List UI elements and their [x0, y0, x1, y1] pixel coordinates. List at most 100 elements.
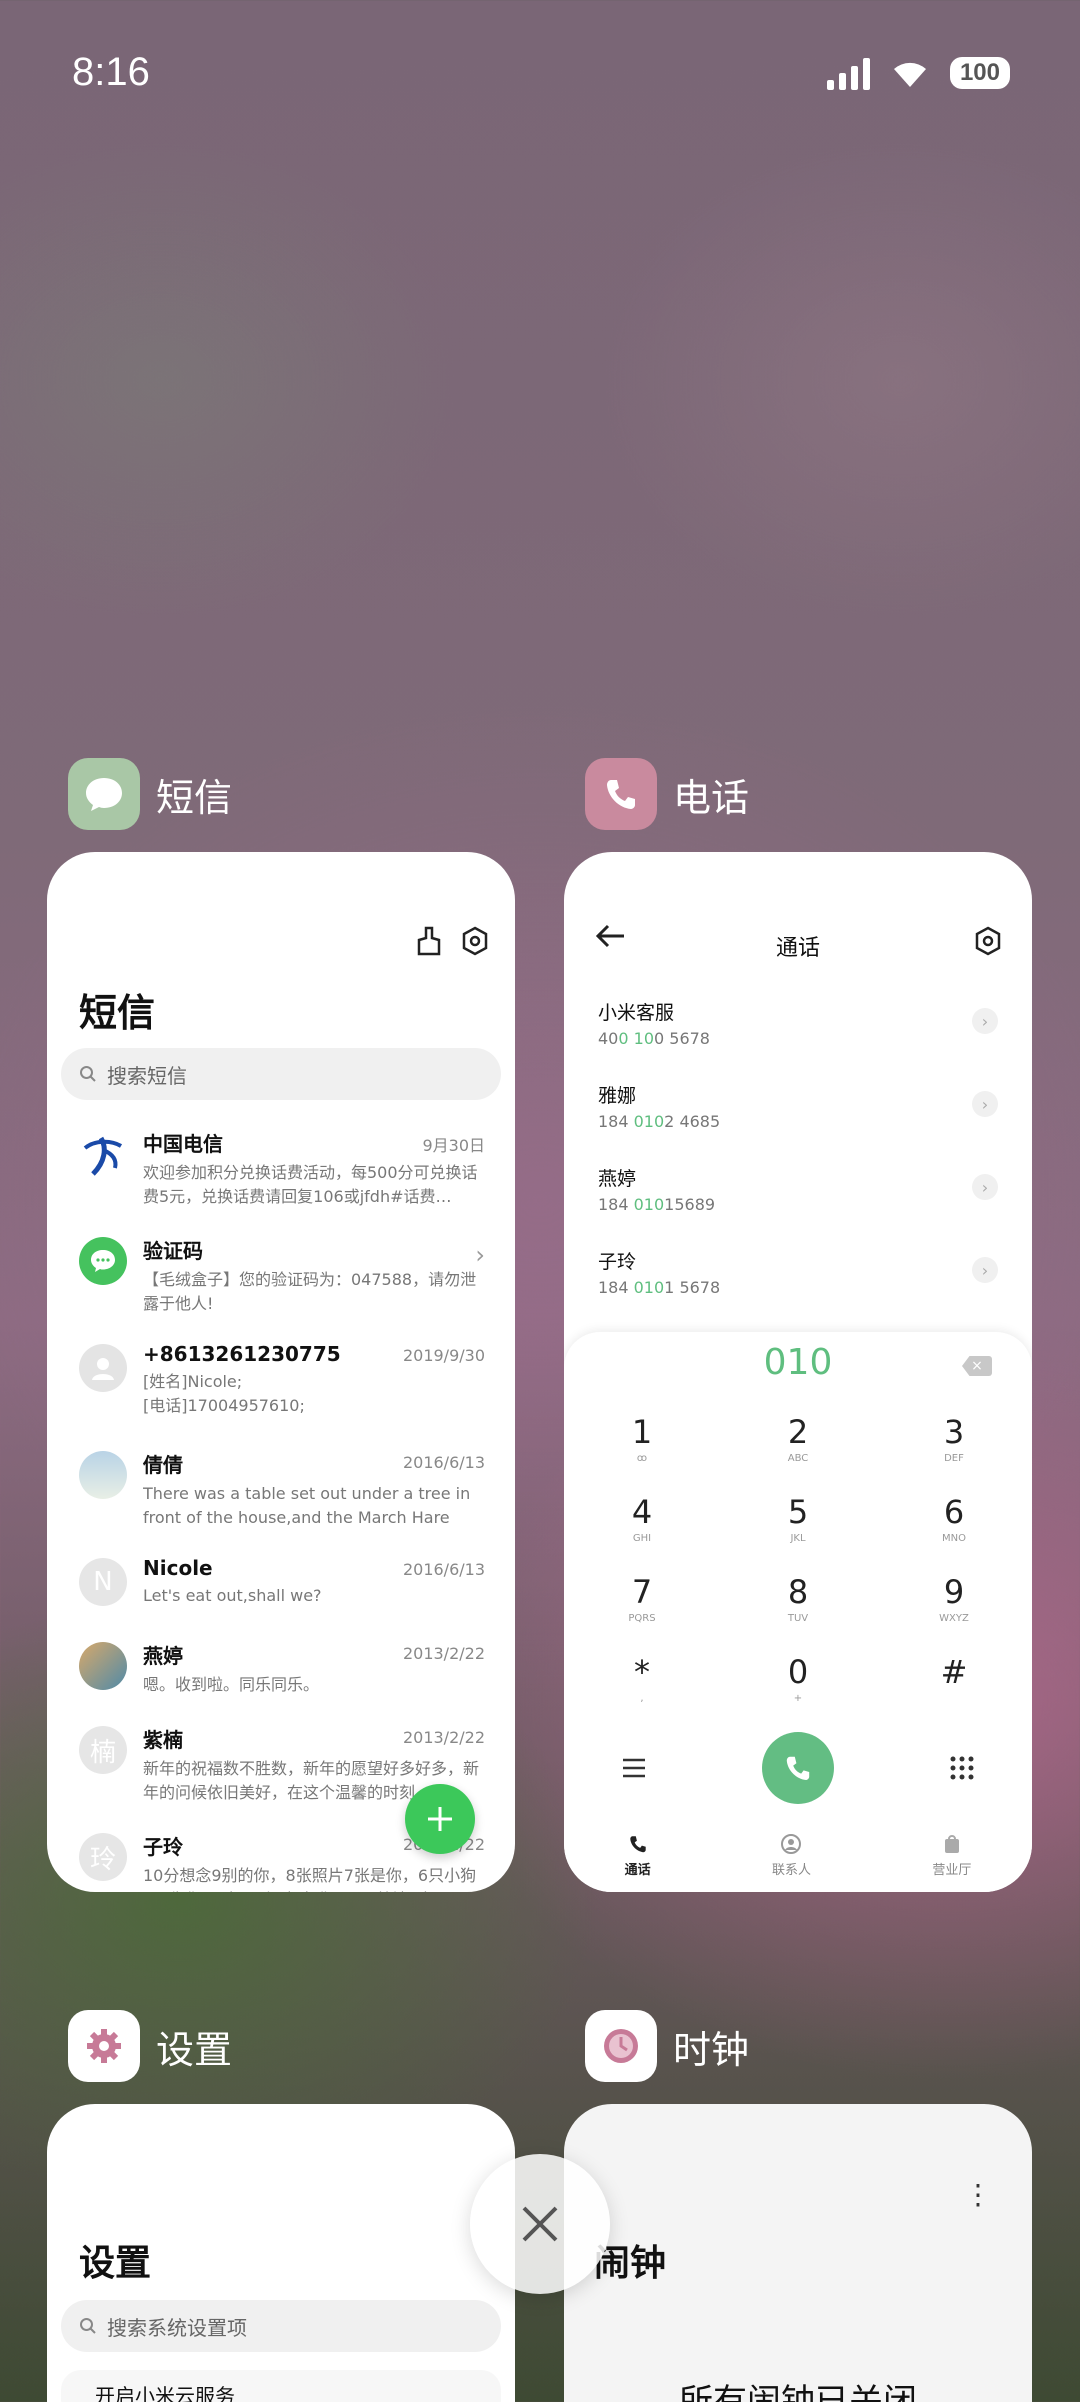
key-4[interactable]: 4 GHI	[564, 1492, 720, 1560]
message-date: 2016/6/13	[402, 1453, 485, 1472]
message-date: 2013/2/22	[402, 1728, 485, 1747]
contact-row[interactable]: 子玲 184 0101 5678 ›	[564, 1245, 1032, 1328]
settings-app-card[interactable]: 设置 搜索系统设置项 开启小米云服务	[47, 2104, 515, 2402]
key-9[interactable]: 9 WXYZ	[876, 1572, 1032, 1640]
clock-app-icon	[585, 2010, 657, 2082]
chevron-right-icon[interactable]: ›	[972, 1257, 998, 1283]
contact-name: 燕婷	[598, 1168, 637, 1190]
message-row[interactable]: 验证码 › 【毛绒盒子】您的验证码为：047588，请勿泄露于他人!	[47, 1231, 515, 1338]
key-8[interactable]: 8 TUV	[720, 1572, 876, 1640]
contact-name: 雅娜	[598, 1085, 637, 1107]
message-preview: 【毛绒盒子】您的验证码为：047588，请勿泄露于他人!	[143, 1270, 477, 1313]
settings-search-input[interactable]: 搜索系统设置项	[61, 2300, 501, 2352]
contact-name: 小米客服	[598, 1002, 675, 1024]
tab-business-hall[interactable]: 营业厅	[932, 1833, 971, 1878]
key-star[interactable]: *,	[564, 1652, 720, 1720]
app-label-settings[interactable]: 设置	[68, 2010, 232, 2082]
contact-avatar: 楠	[79, 1726, 127, 1774]
call-button[interactable]	[761, 1732, 834, 1804]
message-row[interactable]: 燕婷 2013/2/22 嗯。收到啦。同乐同乐。	[47, 1636, 515, 1720]
new-message-button[interactable]	[405, 1784, 475, 1854]
close-icon	[522, 2206, 558, 2242]
menu-icon[interactable]	[621, 1757, 647, 1779]
message-preview: There was a table set out under a tree i…	[143, 1484, 471, 1527]
settings-icon[interactable]	[461, 926, 489, 956]
status-icons: 100	[826, 56, 1010, 90]
key-5[interactable]: 5 JKL	[720, 1492, 876, 1560]
contact-row[interactable]: 雅娜 184 0102 4685 ›	[564, 1079, 1032, 1162]
sms-toolbar	[415, 926, 489, 956]
dialpad: 010 × 1ꝏ 2 ABC 3 DEF 4 GHI 5 JKL 6 MNO 7 PQRS …	[564, 1332, 1032, 1892]
settings-search-placeholder: 搜索系统设置项	[107, 2315, 247, 2340]
message-date: 2016/6/13	[402, 1560, 485, 1579]
contact-row[interactable]: 燕婷 184 01015689 ›	[564, 1162, 1032, 1245]
dialed-number: 010	[763, 1342, 833, 1383]
phone-app-card[interactable]: 通话 小米客服 400 100 5678 › 雅娜 184 0102 4685 …	[564, 852, 1032, 1892]
settings-icon[interactable]	[974, 926, 1002, 956]
shopping-bag-icon	[944, 1835, 959, 1853]
matched-contacts-list: 小米客服 400 100 5678 › 雅娜 184 0102 4685 › 燕…	[564, 996, 1032, 1328]
message-date: 2013/2/22	[402, 1644, 485, 1663]
keypad-toggle-icon[interactable]	[949, 1755, 975, 1781]
phone-title: 通话	[775, 936, 820, 961]
app-label-clock[interactable]: 时钟	[585, 2010, 749, 2082]
key-hash[interactable]: #	[876, 1652, 1032, 1720]
clock-app-name: 时钟	[673, 2027, 750, 2072]
settings-app-icon	[68, 2010, 140, 2082]
phone-icon	[629, 1836, 646, 1853]
message-preview: Let's eat out,shall we?	[143, 1586, 322, 1605]
tab-contacts[interactable]: 联系人	[772, 1833, 811, 1878]
dial-actions	[564, 1732, 1032, 1804]
sms-app-name: 短信	[156, 775, 233, 820]
chevron-right-icon[interactable]: ›	[972, 1008, 998, 1034]
alarm-status-message: 所有闹钟已关闭	[679, 2382, 917, 2402]
phone-app-name: 电话	[673, 775, 750, 820]
message-preview: 嗯。收到啦。同乐同乐。	[143, 1675, 320, 1694]
contacts-icon	[781, 1834, 802, 1854]
message-date: 9月30日	[422, 1136, 485, 1155]
key-0[interactable]: 0 +	[720, 1652, 876, 1720]
contact-photo-avatar	[79, 1642, 127, 1690]
chevron-right-icon[interactable]: ›	[972, 1091, 998, 1117]
china-telecom-logo	[79, 1130, 127, 1178]
clock-app-card[interactable]: ⋮ 闹钟 所有闹钟已关闭	[564, 2104, 1032, 2402]
message-sender: 验证码	[143, 1239, 203, 1263]
tab-calls[interactable]: 通话	[625, 1833, 651, 1878]
message-row[interactable]: N Nicole 2016/6/13 Let's eat out,shall w…	[47, 1552, 515, 1636]
message-row[interactable]: 中国电信 9月30日 欢迎参加积分兑换话费活动，每500分可兑换话费5元，兑换话…	[47, 1124, 515, 1231]
sms-search-input[interactable]: 搜索短信	[61, 1048, 501, 1100]
app-label-phone[interactable]: 电话	[585, 758, 749, 830]
search-icon	[80, 1066, 96, 1082]
bottom-tab-bar: 通话 联系人 营业厅	[564, 1833, 1032, 1878]
contact-number: 400 100 5678	[598, 1029, 710, 1048]
contact-avatar	[79, 1344, 127, 1392]
key-2[interactable]: 2 ABC	[720, 1412, 876, 1480]
signal-icon	[826, 56, 870, 90]
more-options-icon[interactable]: ⋮	[964, 2178, 992, 2211]
contact-row[interactable]: 小米客服 400 100 5678 ›	[564, 996, 1032, 1079]
status-bar: 8:16 100	[0, 0, 1080, 150]
phone-header: 通话	[564, 922, 1032, 972]
chevron-right-icon[interactable]: ›	[475, 1241, 485, 1269]
sms-search-placeholder: 搜索短信	[107, 1063, 187, 1088]
search-icon	[80, 2318, 96, 2334]
chevron-right-icon[interactable]: ›	[972, 1174, 998, 1200]
verification-code-avatar	[79, 1237, 127, 1285]
message-list: 中国电信 9月30日 欢迎参加积分兑换话费活动，每500分可兑换话费5元，兑换话…	[47, 1124, 515, 1892]
sms-app-icon	[68, 758, 140, 830]
contact-name: 子玲	[598, 1251, 637, 1273]
key-6[interactable]: 6 MNO	[876, 1492, 1032, 1560]
phone-icon	[786, 1756, 810, 1780]
message-row[interactable]: 倩倩 2016/6/13 There was a table set out u…	[47, 1445, 515, 1552]
broom-icon[interactable]	[415, 926, 443, 956]
key-3[interactable]: 3 DEF	[876, 1412, 1032, 1480]
settings-app-name: 设置	[156, 2027, 233, 2072]
app-label-sms[interactable]: 短信	[68, 758, 232, 830]
clear-all-button[interactable]	[470, 2154, 610, 2294]
message-row[interactable]: +8613261230775 2019/9/30 [姓名]Nicole; [电话…	[47, 1338, 515, 1445]
sms-app-card[interactable]: 短信 搜索短信 中国电信 9月30日 欢迎参加积分兑换话费活动，每500分可兑换…	[47, 852, 515, 1892]
settings-item-xiaomi-cloud[interactable]: 开启小米云服务	[61, 2370, 501, 2402]
contact-number: 184 0101 5678	[598, 1278, 721, 1297]
key-1[interactable]: 1ꝏ	[564, 1412, 720, 1480]
key-7[interactable]: 7 PQRS	[564, 1572, 720, 1640]
